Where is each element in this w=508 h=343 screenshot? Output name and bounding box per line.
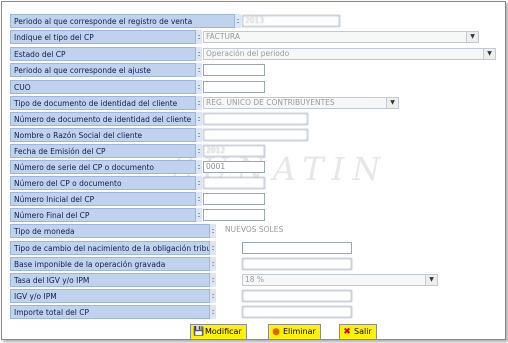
form-row: Periodo al que corresponde el ajuste: xyxy=(10,63,500,77)
form-row: CUO: xyxy=(10,80,500,94)
field-colon: : xyxy=(196,112,202,126)
field-colon: : xyxy=(210,224,216,238)
field-colon: : xyxy=(196,128,202,142)
field-label: Indique el tipo del CP xyxy=(10,30,196,44)
field-label: Número del CP o documento xyxy=(10,176,196,190)
button-bar: 💾 Modificar ● Eliminar ✖ Salir xyxy=(2,324,508,342)
chevron-down-icon[interactable]: ▼ xyxy=(425,275,437,285)
form-row: Periodo al que corresponde el registro d… xyxy=(10,14,500,28)
field-input[interactable]: 0001 xyxy=(203,161,265,173)
field-select[interactable]: REG. UNICO DE CONTRIBUYENTES ▼ xyxy=(203,97,399,109)
delete-button-label: Eliminar xyxy=(283,327,316,336)
field-label: CUO xyxy=(10,80,196,94)
form-row: Número del CP o documento: xyxy=(10,176,500,190)
field-label: Nombre o Razón Social del cliente xyxy=(10,128,196,142)
chevron-down-icon[interactable]: ▼ xyxy=(466,32,478,42)
field-input[interactable]: 2012 xyxy=(203,145,265,157)
exit-button[interactable]: ✖ Salir xyxy=(339,324,377,340)
delete-button[interactable]: ● Eliminar xyxy=(268,324,321,340)
field-colon: : xyxy=(210,257,216,271)
form-window: SUNATIN Periodo al que corresponde el re… xyxy=(1,1,506,340)
form-row: Número Inicial del CP: xyxy=(10,192,500,206)
field-label: Tipo de documento de identidad del clien… xyxy=(10,96,196,110)
field-colon: : xyxy=(196,47,202,61)
field-select[interactable]: 18 % ▼ xyxy=(242,274,438,286)
field-label: Tasa del IGV y/o IPM xyxy=(10,273,210,287)
field-label: Número de documento de identidad del cli… xyxy=(10,112,196,126)
field-label: Fecha de Emisión del CP xyxy=(10,144,196,158)
form-row: Número de serie del CP o documento:0001 xyxy=(10,160,500,174)
field-colon: : xyxy=(196,144,202,158)
field-label: Periodo al que corresponde el registro d… xyxy=(10,14,235,28)
delete-icon: ● xyxy=(272,327,280,337)
exit-button-label: Salir xyxy=(354,327,372,336)
modify-button-label: Modificar xyxy=(205,327,242,336)
form-row: Tipo de moneda: NUEVOS SOLES xyxy=(10,224,500,238)
form-row: Tasa del IGV y/o IPM: 18 % ▼ xyxy=(10,273,500,287)
field-label: Base imponible de la operación gravada xyxy=(10,257,210,271)
form-row: Nombre o Razón Social del cliente: xyxy=(10,128,500,142)
field-input[interactable] xyxy=(203,209,265,221)
chevron-down-icon[interactable]: ▼ xyxy=(386,98,398,108)
field-select[interactable]: FACTURA ▼ xyxy=(203,31,479,43)
field-colon: : xyxy=(196,176,202,190)
form-row: Indique el tipo del CP: FACTURA ▼ xyxy=(10,30,500,44)
field-label: Tipo de cambio del nacimiento de la obli… xyxy=(10,241,210,255)
form-row: Tipo de cambio del nacimiento de la obli… xyxy=(10,241,500,255)
field-label: Periodo al que corresponde el ajuste xyxy=(10,63,196,77)
field-colon: : xyxy=(235,14,241,28)
field-select[interactable]: Operación del periodo ▼ xyxy=(203,48,496,60)
select-value: FACTURA xyxy=(206,32,240,41)
field-input[interactable]: 2013 xyxy=(242,15,340,27)
field-colon: : xyxy=(196,30,202,44)
field-input[interactable] xyxy=(242,242,352,254)
field-label: IGV y/o IPM xyxy=(10,289,210,303)
field-colon: : xyxy=(196,208,202,222)
field-input[interactable] xyxy=(203,81,265,93)
chevron-down-icon[interactable]: ▼ xyxy=(483,49,495,59)
field-input[interactable] xyxy=(203,113,308,125)
form-row: Número de documento de identidad del cli… xyxy=(10,112,500,126)
field-label: Tipo de moneda xyxy=(10,224,210,238)
field-input[interactable] xyxy=(242,306,352,318)
field-colon: : xyxy=(196,160,202,174)
field-colon: : xyxy=(210,273,216,287)
field-label: Importe total del CP xyxy=(10,305,210,319)
modify-button[interactable]: 💾 Modificar xyxy=(190,324,247,340)
field-colon: : xyxy=(196,80,202,94)
field-label: Número Inicial del CP xyxy=(10,192,196,206)
select-value: Operación del periodo xyxy=(206,49,290,58)
select-value: REG. UNICO DE CONTRIBUYENTES xyxy=(206,98,335,107)
field-label: Número de serie del CP o documento xyxy=(10,160,196,174)
field-input[interactable] xyxy=(242,258,352,270)
field-input[interactable] xyxy=(242,290,352,302)
field-input[interactable] xyxy=(203,129,308,141)
field-colon: : xyxy=(210,289,216,303)
form-row: IGV y/o IPM: xyxy=(10,289,500,303)
field-colon: : xyxy=(210,241,216,255)
field-colon: : xyxy=(210,305,216,319)
form-row: Fecha de Emisión del CP:2012 xyxy=(10,144,500,158)
field-colon: : xyxy=(196,63,202,77)
field-label: Número Final del CP xyxy=(10,208,196,222)
form-row: Importe total del CP: xyxy=(10,305,500,319)
form-row: Tipo de documento de identidad del clien… xyxy=(10,96,500,110)
select-value: 18 % xyxy=(245,275,265,284)
field-label: Estado del CP xyxy=(10,47,196,61)
field-colon: : xyxy=(196,96,202,110)
field-input[interactable] xyxy=(203,64,265,76)
save-icon: 💾 xyxy=(193,327,205,337)
form-row: Número Final del CP: xyxy=(10,208,500,222)
form-row: Base imponible de la operación gravada: xyxy=(10,257,500,271)
field-input[interactable] xyxy=(203,177,265,189)
field-colon: : xyxy=(196,192,202,206)
field-readonly-value: NUEVOS SOLES xyxy=(225,225,284,234)
field-input[interactable] xyxy=(203,193,265,205)
close-x-icon: ✖ xyxy=(343,327,351,337)
form-row: Estado del CP: Operación del periodo ▼ xyxy=(10,47,500,61)
